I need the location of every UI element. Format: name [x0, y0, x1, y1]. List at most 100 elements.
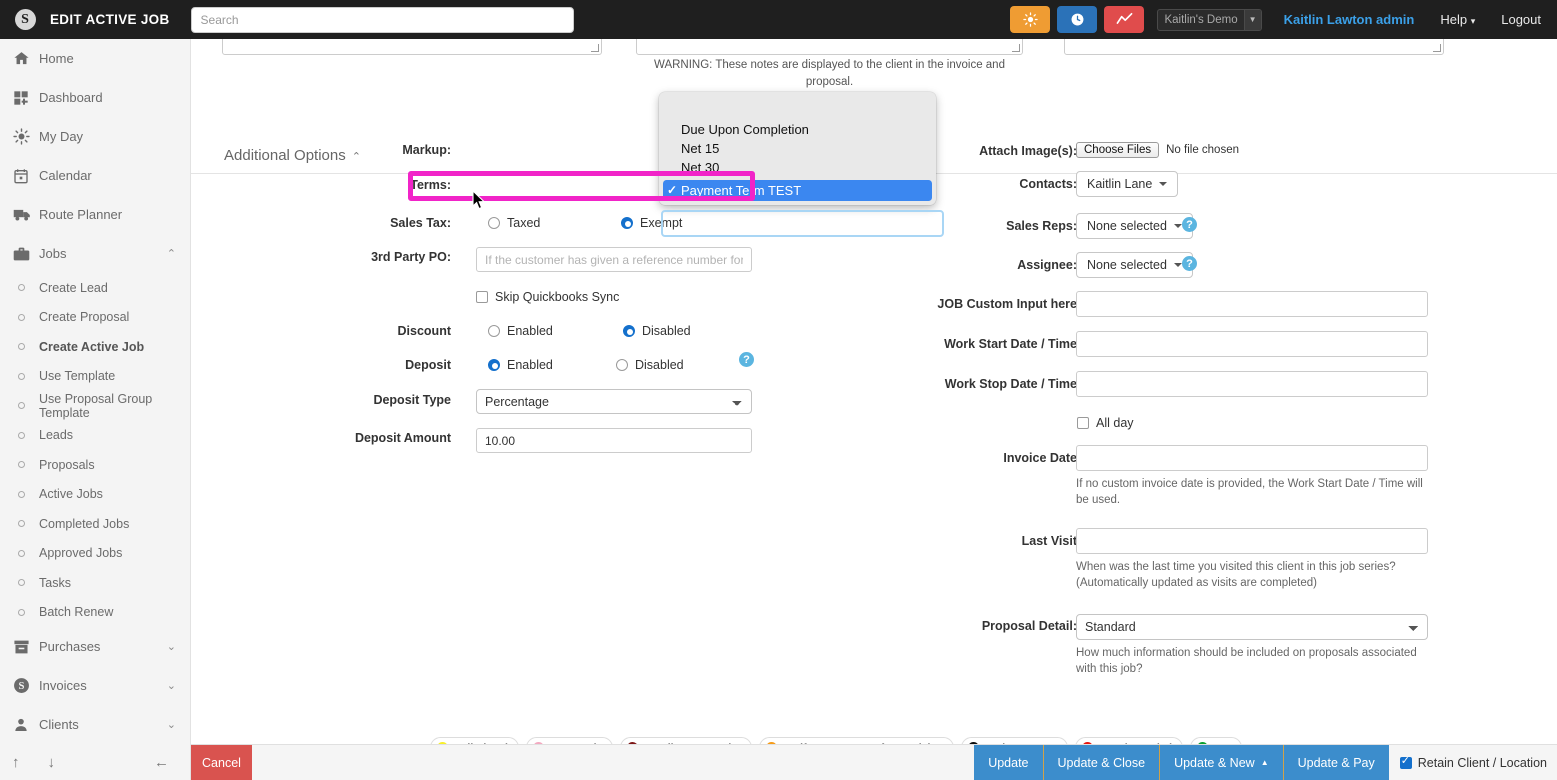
arrow-down-icon[interactable]: ↓ [48, 754, 56, 771]
sidebar-label: Invoices [39, 678, 167, 693]
sidebar-item-create-proposal[interactable]: Create Proposal [0, 303, 190, 333]
sidebar-item-create-active-job[interactable]: Create Active Job [0, 332, 190, 362]
discount-disabled-radio[interactable]: Disabled [623, 324, 691, 338]
terms-option-payment-term-test[interactable]: ✓ Payment Term TEST [663, 180, 932, 201]
sidebar-item-invoices[interactable]: S Invoices ⌄ [0, 666, 190, 705]
sidebar-item-proposals[interactable]: Proposals [0, 450, 190, 480]
choose-files-button[interactable]: Choose Files [1076, 142, 1159, 158]
bullet-icon [13, 373, 39, 380]
sidebar-item-home[interactable]: Home [0, 39, 190, 78]
sidebar-item-approved-jobs[interactable]: Approved Jobs [0, 539, 190, 569]
company-select[interactable]: Kaitlin's Demo ▼ [1157, 9, 1261, 31]
sidebar-nav: Home Dashboard My Day Calendar Route Pla… [0, 39, 191, 780]
deposit-disabled-radio[interactable]: Disabled [616, 358, 684, 372]
sales-reps-dropdown[interactable]: None selected [1076, 213, 1193, 239]
notes-textarea-3[interactable] [1064, 39, 1444, 55]
invoice-date-label: Invoice Date [891, 451, 1077, 465]
sidebar-item-active-jobs[interactable]: Active Jobs [0, 480, 190, 510]
last-visit-label: Last Visit [891, 534, 1077, 548]
terms-dropdown-popup[interactable]: Due Upon Completion Net 15 Net 30 ✓ Paym… [659, 92, 936, 205]
job-custom-input-field[interactable] [1076, 291, 1428, 317]
chart-line-icon-button[interactable] [1104, 6, 1144, 33]
sidebar-label: Leads [39, 428, 73, 442]
dollar-icon: S [13, 677, 39, 694]
assignee-dropdown[interactable]: None selected [1076, 252, 1193, 278]
chevron-down-icon: ⌄ [167, 718, 176, 731]
sidebar-label: Use Proposal Group Template [39, 392, 190, 420]
terms-option-label: Payment Term TEST [681, 183, 801, 198]
sidebar-item-use-proposal-group-template[interactable]: Use Proposal Group Template [0, 391, 190, 421]
proposal-detail-select[interactable]: Standard [1076, 614, 1428, 640]
update-button[interactable]: Update [974, 745, 1042, 780]
assignee-help-icon[interactable]: ? [1182, 256, 1197, 271]
update-and-pay-button[interactable]: Update & Pay [1283, 745, 1389, 780]
update-and-new-button[interactable]: Update & New▲ [1159, 745, 1283, 780]
sidebar-item-clients[interactable]: Clients ⌄ [0, 705, 190, 744]
sidebar-item-dashboard[interactable]: Dashboard [0, 78, 190, 117]
company-select-value: Kaitlin's Demo [1158, 10, 1243, 30]
arrow-left-icon[interactable]: ← [154, 754, 169, 771]
terms-option-net-30[interactable]: Net 30 [659, 158, 936, 177]
sidebar-footer: ↑ ↓ ← [0, 744, 191, 780]
last-visit-hint: When was the last time you visited this … [1076, 559, 1436, 591]
sidebar-item-calendar[interactable]: Calendar [0, 156, 190, 195]
search-input[interactable] [191, 7, 574, 33]
last-visit-input[interactable] [1076, 528, 1428, 554]
terms-option-new-term[interactable]: + New Term [659, 203, 936, 205]
app-logo[interactable]: S [0, 9, 50, 30]
sidebar-item-jobs[interactable]: Jobs ⌃ [0, 234, 190, 273]
all-day-checkbox[interactable]: All day [1077, 416, 1134, 430]
additional-options-label: Additional Options [224, 147, 346, 164]
notes-textarea-1[interactable] [222, 39, 602, 55]
logout-link[interactable]: Logout [1501, 12, 1541, 27]
deposit-amount-input[interactable] [476, 428, 752, 453]
clock-icon-button[interactable] [1057, 6, 1097, 33]
sidebar-item-use-template[interactable]: Use Template [0, 362, 190, 392]
notes-textarea-2[interactable] [636, 39, 1023, 55]
cancel-button[interactable]: Cancel [191, 745, 252, 780]
work-stop-input[interactable] [1076, 371, 1428, 397]
user-account-link[interactable]: Kaitlin Lawton admin [1284, 12, 1415, 27]
chevron-up-icon: ⌃ [167, 247, 176, 260]
sun-icon-button[interactable] [1010, 6, 1050, 33]
sidebar-item-create-lead[interactable]: Create Lead [0, 273, 190, 303]
sidebar-item-batch-renew[interactable]: Batch Renew [0, 598, 190, 628]
deposit-enabled-radio[interactable]: Enabled [488, 358, 553, 372]
sidebar-item-purchases[interactable]: Purchases ⌄ [0, 627, 190, 666]
sales-reps-help-icon[interactable]: ? [1182, 217, 1197, 232]
additional-options-toggle[interactable]: Additional Options⌃ [224, 147, 361, 164]
attach-images-file-input[interactable]: Choose Files No file chosen [1076, 142, 1239, 158]
terms-option-net-15[interactable]: Net 15 [659, 139, 936, 158]
third-party-po-input[interactable] [476, 247, 752, 272]
contacts-dropdown[interactable]: Kaitlin Lane [1076, 171, 1178, 197]
checkbox-label: All day [1096, 416, 1134, 430]
sidebar-item-leads[interactable]: Leads [0, 421, 190, 451]
form-action-bar: Cancel Update Update & Close Update & Ne… [191, 744, 1557, 780]
update-and-close-button[interactable]: Update & Close [1043, 745, 1160, 780]
work-start-input[interactable] [1076, 331, 1428, 357]
discount-enabled-radio[interactable]: Enabled [488, 324, 553, 338]
invoice-date-input[interactable] [1076, 445, 1428, 471]
help-menu[interactable]: Help ▾ [1440, 12, 1475, 27]
sidebar-item-route-planner[interactable]: Route Planner [0, 195, 190, 234]
retain-client-location-checkbox[interactable]: Retain Client / Location [1389, 745, 1557, 780]
briefcase-icon [13, 246, 39, 262]
deposit-type-select[interactable]: Percentage [476, 389, 752, 414]
sidebar-item-completed-jobs[interactable]: Completed Jobs [0, 509, 190, 539]
sales-tax-taxed-radio[interactable]: Taxed [488, 216, 540, 230]
calendar-icon [13, 168, 39, 184]
sales-tax-label: Sales Tax: [371, 216, 451, 230]
job-custom-input-label: JOB Custom Input here [891, 297, 1077, 311]
skip-quickbooks-checkbox[interactable]: Skip Quickbooks Sync [476, 290, 619, 304]
sidebar-item-my-day[interactable]: My Day [0, 117, 190, 156]
box-icon [13, 639, 39, 655]
deposit-help-icon[interactable]: ? [739, 352, 754, 367]
sidebar-item-tasks[interactable]: Tasks [0, 568, 190, 598]
arrow-up-icon[interactable]: ↑ [12, 754, 20, 771]
sidebar-label: Create Proposal [39, 310, 129, 324]
sidebar-label: Completed Jobs [39, 517, 129, 531]
contacts-value: Kaitlin Lane [1087, 177, 1152, 191]
third-party-po-label: 3rd Party PO: [351, 250, 451, 264]
terms-option-due-upon-completion[interactable]: Due Upon Completion [659, 120, 936, 139]
mouse-cursor-icon [472, 190, 486, 213]
